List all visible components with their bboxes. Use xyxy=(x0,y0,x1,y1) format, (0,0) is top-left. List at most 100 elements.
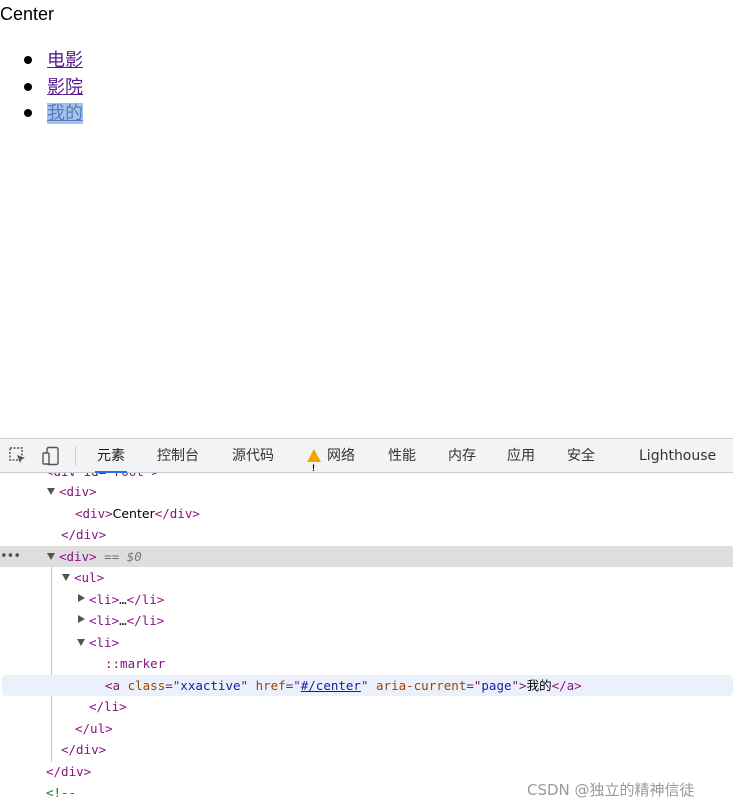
tag-close: </div> xyxy=(46,763,92,779)
tag-open: <div> xyxy=(59,484,97,499)
tag-close: </li> xyxy=(126,591,165,607)
tree-row-selected-div[interactable]: ••• <div> == $0 xyxy=(0,545,733,568)
tree-row-marker[interactable]: ::marker xyxy=(0,653,733,675)
pseudo-element: ::marker xyxy=(105,656,166,671)
tag-close: </div> xyxy=(154,505,200,521)
tree-row-li-collapsed[interactable]: <li>…</li> xyxy=(0,610,733,632)
nav-link-cinema[interactable]: 影院 xyxy=(47,77,83,98)
list-bullet xyxy=(24,109,32,117)
attr-eq: =" xyxy=(466,677,482,693)
tag-open: <li> xyxy=(89,613,120,628)
nav-item-cinema: 影院 xyxy=(0,74,83,101)
tree-node-text: <li>…</li> xyxy=(89,610,164,632)
selected-marker: == $0 xyxy=(104,548,142,564)
tag-open: <div> xyxy=(75,505,113,521)
tab-label: 应用 xyxy=(507,448,535,464)
node-text: Center xyxy=(112,505,155,521)
elements-tree: <div id="root"> <div> <div>Center</div> … xyxy=(0,473,733,809)
attr-quote: " xyxy=(240,677,249,693)
tree-row-anchor[interactable]: <a class="xxactive" href="#/center" aria… xyxy=(2,674,733,697)
tab-security[interactable]: 安全 xyxy=(567,439,595,472)
tag-open: <li> xyxy=(89,634,120,650)
tag-open-end: "> xyxy=(511,677,527,693)
expand-arrow-icon[interactable] xyxy=(78,593,85,602)
comment-node: <!-- xyxy=(46,785,77,800)
nav-link-movie[interactable]: 电影 xyxy=(47,50,83,71)
tree-node-text: <div> == $0 xyxy=(59,546,142,568)
tree-row-li-close[interactable]: </li> xyxy=(0,696,733,718)
tab-label: 网络 xyxy=(327,448,355,464)
tree-node-text: <a class="xxactive" href="#/center" aria… xyxy=(105,675,582,697)
tab-label: 安全 xyxy=(567,448,595,464)
tab-memory[interactable]: 内存 xyxy=(448,439,476,472)
nav-item-mine: 我的 xyxy=(0,100,83,127)
tab-label: 源代码 xyxy=(232,448,274,464)
tag-close: </li> xyxy=(126,613,165,628)
tree-row-li-collapsed[interactable]: <li>…</li> xyxy=(0,589,733,611)
warning-icon xyxy=(307,449,321,485)
attr-value: xxactive xyxy=(180,677,241,693)
ellipsis: … xyxy=(119,591,127,607)
tree-row-center-div[interactable]: <div>Center</div> xyxy=(0,503,733,525)
watermark: CSDN @独立的精神信徒 xyxy=(527,781,695,799)
href-link[interactable]: #/center xyxy=(301,678,361,693)
tab-sources[interactable]: 源代码 xyxy=(232,439,274,472)
collapse-arrow-icon[interactable] xyxy=(47,552,55,560)
expand-arrow-icon[interactable] xyxy=(78,615,85,623)
nav-list: 电影 影院 我的 xyxy=(0,47,83,127)
tab-label: 内存 xyxy=(448,448,476,464)
tree-node-text: <div>Center</div> xyxy=(75,503,200,525)
tag-close: </ul> xyxy=(75,720,113,736)
toolbar-separator xyxy=(75,446,76,466)
tag-close: </div> xyxy=(61,742,107,757)
tree-node-text: <li>…</li> xyxy=(89,589,164,611)
tag-name: div xyxy=(66,484,90,499)
tab-label: 控制台 xyxy=(157,448,199,464)
tag-close: </li> xyxy=(89,699,127,714)
attr-eq: =" xyxy=(165,677,181,693)
collapse-arrow-icon[interactable] xyxy=(47,488,55,495)
tree-row-li-expanded[interactable]: <li> xyxy=(0,632,733,654)
list-bullet xyxy=(24,82,32,91)
tree-row-div[interactable]: <div> xyxy=(0,481,733,503)
attr-name: aria-current xyxy=(376,677,467,693)
tab-console[interactable]: 控制台 xyxy=(157,439,199,472)
tag-open: <a xyxy=(105,677,121,693)
tag-close: </a> xyxy=(551,677,582,693)
attr-name: class xyxy=(127,677,166,693)
tab-elements[interactable]: 元素 xyxy=(95,439,127,473)
nav-item-movie: 电影 xyxy=(0,47,83,74)
tree-row-ul[interactable]: <ul> xyxy=(0,567,733,589)
tag-open: <li> xyxy=(89,591,120,607)
inspect-element-icon[interactable] xyxy=(8,446,28,466)
collapse-arrow-icon[interactable] xyxy=(77,638,85,646)
attr-value: page xyxy=(481,677,512,693)
device-toolbar-icon[interactable] xyxy=(41,446,61,466)
tree-row-div-close[interactable]: </div> xyxy=(0,739,733,761)
tree-node-text: <div> xyxy=(59,481,97,503)
node-text: 我的 xyxy=(526,677,552,693)
collapse-arrow-icon[interactable] xyxy=(62,574,70,581)
page-viewport: Center 电影 影院 我的 xyxy=(0,0,733,438)
tab-label: Lighthouse xyxy=(639,448,717,464)
nav-link-mine-active[interactable]: 我的 xyxy=(47,103,83,124)
tree-row-div-close[interactable]: </div> xyxy=(0,524,733,546)
tag-open: <ul> xyxy=(74,570,105,585)
tab-application[interactable]: 应用 xyxy=(507,439,535,472)
devtools-toolbar: 元素 控制台 源代码 网络 性能 内存 应用 安全 Lighthouse xyxy=(0,438,733,485)
attr-name: href xyxy=(255,677,286,693)
list-bullet xyxy=(24,56,32,64)
ellipsis: … xyxy=(119,613,127,628)
attr-quote: " xyxy=(360,677,369,693)
tab-label: 性能 xyxy=(388,448,416,464)
tab-label: 元素 xyxy=(97,448,125,464)
tree-row-ul-close[interactable]: </ul> xyxy=(0,718,733,740)
tab-lighthouse[interactable]: Lighthouse xyxy=(639,439,716,472)
tab-performance[interactable]: 性能 xyxy=(388,439,416,472)
screenshot-root: Center 电影 影院 我的 元素 控制台 源代码 ! 网络 性能 内存 应用… xyxy=(0,0,733,809)
attr-eq: =" xyxy=(285,677,301,693)
more-options-icon[interactable]: ••• xyxy=(0,546,21,568)
tag-open: <div> xyxy=(59,548,97,564)
tab-network[interactable]: 网络 xyxy=(307,439,355,485)
center-heading: Center xyxy=(0,4,55,24)
